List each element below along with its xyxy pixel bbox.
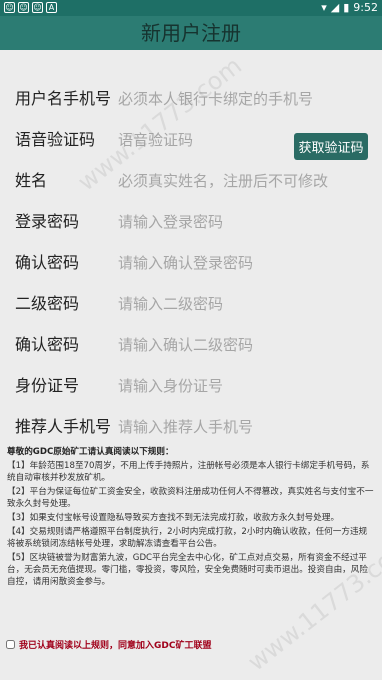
rule-item: 【3】如果支付宝帐号设置隐私导致买方查找不到无法完成打款，收款方永久封号处理。	[7, 513, 340, 523]
clock: 9:52	[353, 1, 378, 14]
wifi-icon: ▾	[321, 1, 327, 14]
page-title: 新用户注册	[141, 21, 241, 45]
field-label: 推荐人手机号	[15, 417, 112, 436]
field-label: 确认密码	[15, 253, 80, 272]
title-bar: 新用户注册	[0, 16, 382, 50]
notice-title: 尊敬的GDC原始矿工请认真阅读以下规则：	[7, 447, 174, 457]
phone-input[interactable]	[118, 86, 348, 112]
agree-checkbox[interactable]	[6, 640, 15, 649]
confirm-secondary-password-input[interactable]	[118, 332, 348, 358]
name-input[interactable]	[118, 168, 348, 194]
login-password-input[interactable]	[118, 209, 348, 235]
app-notification-icon: ☺	[32, 2, 43, 13]
notification-icons: ☺ ☺ ☺ A	[4, 2, 57, 13]
registration-form: 用户名手机号 语音验证码 姓名 登录密码 确认密码 二级密码 确认密码 身份证号…	[0, 78, 382, 447]
field-row-confirm-login-password: 确认密码	[0, 242, 382, 283]
app-notification-icon: ☺	[18, 2, 29, 13]
status-bar: ☺ ☺ ☺ A ▾ ◢ ▮ 9:52	[0, 0, 382, 16]
field-label: 用户名手机号	[15, 89, 112, 108]
rules-notice: 尊敬的GDC原始矿工请认真阅读以下规则： 【1】年龄范围18至70周岁，不用上传…	[0, 446, 382, 590]
rule-item: 【2】平台为保证每位矿工资金安全，收款资料注册成功任何人不得篡改，真实姓名与支付…	[7, 487, 374, 509]
agree-label: 我已认真阅读以上规则，同意加入GDC矿工联盟	[19, 641, 212, 651]
field-row-secondary-password: 二级密码	[0, 283, 382, 324]
agree-row[interactable]: 我已认真阅读以上规则，同意加入GDC矿工联盟	[6, 638, 211, 651]
field-label: 身份证号	[15, 376, 80, 395]
confirm-login-password-input[interactable]	[118, 250, 348, 276]
field-row-phone: 用户名手机号	[0, 78, 382, 119]
rule-item: 【5】区块链被誉为财富第九波，GDC平台完全去中心化，矿工点对点交易，所有资金不…	[7, 553, 368, 587]
battery-icon: ▮	[343, 1, 350, 14]
signal-icon: ◢	[330, 1, 340, 14]
app-notification-icon: ☺	[4, 2, 15, 13]
field-label: 登录密码	[15, 212, 80, 231]
field-row-confirm-secondary-password: 确认密码	[0, 324, 382, 365]
field-label: 二级密码	[15, 294, 80, 313]
system-status: ▾ ◢ ▮ 9:52	[321, 1, 378, 14]
field-label: 姓名	[15, 171, 48, 190]
referrer-phone-input[interactable]	[118, 414, 348, 440]
field-row-id-number: 身份证号	[0, 365, 382, 406]
field-row-referrer-phone: 推荐人手机号	[0, 406, 382, 447]
rule-item: 【4】交易规则请严格遵照平台制度执行，2小时内完成打款，2小时内确认收款，任何一…	[7, 527, 368, 549]
get-code-button[interactable]: 获取验证码	[294, 133, 368, 160]
field-label: 确认密码	[15, 335, 80, 354]
field-row-login-password: 登录密码	[0, 201, 382, 242]
voice-code-input[interactable]	[118, 127, 288, 153]
id-number-input[interactable]	[118, 373, 348, 399]
app-notification-icon: A	[46, 2, 57, 13]
secondary-password-input[interactable]	[118, 291, 348, 317]
field-label: 语音验证码	[15, 130, 96, 149]
rule-item: 【1】年龄范围18至70周岁，不用上传手持照片，注册帐号必须是本人银行卡绑定手机…	[7, 461, 370, 483]
field-row-name: 姓名	[0, 160, 382, 201]
